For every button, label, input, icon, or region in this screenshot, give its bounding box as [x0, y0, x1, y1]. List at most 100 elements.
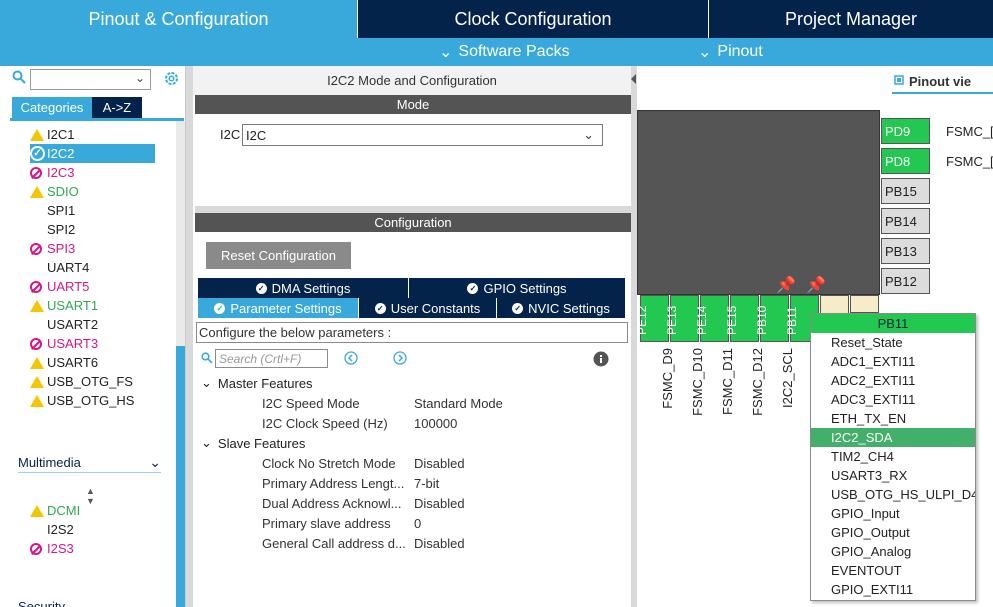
parameter-row[interactable]: Clock No Stretch Mode Disabled	[262, 453, 465, 473]
peripheral-item[interactable]: USB_OTG_HS	[30, 391, 134, 410]
parameter-search-input[interactable]: Search (Crtl+F)	[215, 349, 328, 368]
context-menu-item[interactable]: USB_OTG_HS_ULPI_D4	[811, 485, 975, 504]
security-group-header[interactable]: Security ⌄	[18, 596, 161, 607]
parameter-value[interactable]: Standard Mode	[414, 396, 503, 411]
peripheral-label: UART5	[47, 279, 90, 294]
tab-gpio-settings[interactable]: ✓ GPIO Settings	[409, 278, 625, 298]
software-packs-menu[interactable]: ⌄ Software Packs	[439, 42, 570, 62]
pin-pd8[interactable]: PD8	[881, 148, 930, 174]
tab-label: Project Manager	[784, 8, 918, 29]
peripheral-item[interactable]: UART4	[30, 258, 89, 277]
tab-user-constants[interactable]: ✓ User Constants	[359, 298, 496, 318]
peripheral-item[interactable]: SPI2	[30, 220, 75, 239]
pin-pd9[interactable]: PD9	[881, 118, 930, 144]
context-menu-item[interactable]: GPIO_Input	[811, 504, 975, 523]
context-menu-item[interactable]: ADC3_EXTI11	[811, 390, 975, 409]
warning-icon	[30, 504, 44, 517]
parameter-value[interactable]: 7-bit	[414, 476, 439, 491]
peripheral-item[interactable]: UART5	[30, 277, 89, 296]
category-search-input[interactable]: ⌄	[30, 69, 151, 90]
context-menu-item[interactable]: ADC1_EXTI11	[811, 352, 975, 371]
context-menu-item[interactable]: GPIO_EXTI11	[811, 580, 975, 599]
context-menu-item[interactable]: EVENTOUT	[811, 561, 975, 580]
section-separator[interactable]	[195, 206, 631, 213]
chevron-down-icon: ⌄	[698, 44, 712, 61]
chevron-down-icon[interactable]: ⌄	[135, 71, 145, 85]
pinout-view-tab[interactable]: Pinout vie	[893, 74, 971, 89]
slave-features-group[interactable]: ⌄ Slave Features	[201, 433, 305, 453]
peripheral-item[interactable]: I2C1	[30, 125, 74, 144]
parameter-row[interactable]: General Call address d... Disabled	[262, 533, 465, 553]
peripheral-item[interactable]: SPI3	[30, 239, 75, 258]
peripheral-label: I2C1	[47, 127, 75, 142]
multimedia-group-header[interactable]: Multimedia ⌄	[18, 453, 161, 473]
sort-icon[interactable]: ▲ ▼	[86, 486, 95, 506]
tab-pinout-configuration[interactable]: Pinout & Configuration	[0, 0, 357, 38]
parameter-row[interactable]: Primary Address Lengt... 7-bit	[262, 473, 439, 493]
gear-icon[interactable]	[163, 70, 180, 90]
search-icon[interactable]	[12, 70, 26, 87]
pin-pb14[interactable]: PB14	[881, 208, 930, 234]
tab-a-to-z[interactable]: A->Z	[92, 97, 142, 118]
context-menu-item[interactable]: GPIO_Analog	[811, 542, 975, 561]
context-menu-item[interactable]: Reset_State	[811, 333, 975, 352]
parameter-value[interactable]: Disabled	[414, 496, 465, 511]
peripheral-item[interactable]: I2S3	[30, 539, 74, 558]
tab-dma-settings[interactable]: ✓ DMA Settings	[198, 278, 408, 298]
next-icon[interactable]	[393, 351, 407, 368]
peripheral-item[interactable]: USB_OTG_FS	[30, 372, 133, 391]
previous-icon[interactable]	[344, 351, 358, 368]
pin-signal-label: FSMC_[	[946, 124, 993, 139]
context-menu-item[interactable]: TIM2_CH4	[811, 447, 975, 466]
parameter-row[interactable]: I2C Speed Mode Standard Mode	[262, 393, 503, 413]
context-menu-item[interactable]: USART3_RX	[811, 466, 975, 485]
peripheral-label: I2S2	[47, 522, 74, 537]
tab-project-manager[interactable]: Project Manager	[708, 0, 993, 38]
pin-vdd[interactable]	[850, 295, 879, 313]
tab-nvic-settings[interactable]: ✓ NVIC Settings	[497, 298, 625, 318]
peripheral-item[interactable]: ✓ I2C2	[30, 144, 155, 163]
pinout-menu[interactable]: ⌄ Pinout	[698, 42, 763, 62]
pin-signal-label: FSMC_[	[946, 154, 993, 169]
context-menu-item[interactable]: ETH_TX_EN	[811, 409, 975, 428]
peripheral-item[interactable]: USART1	[30, 296, 98, 315]
tab-categories[interactable]: Categories	[12, 97, 92, 118]
parameter-row[interactable]: I2C Clock Speed (Hz) 100000	[262, 413, 457, 433]
peripheral-item[interactable]: SDIO	[30, 182, 79, 201]
tab-clock-configuration[interactable]: Clock Configuration	[357, 0, 708, 38]
panel-divider[interactable]	[186, 66, 193, 607]
peripheral-item[interactable]: USART3	[30, 334, 98, 353]
peripheral-item[interactable]: DCMI	[30, 501, 80, 520]
disabled-icon	[30, 542, 42, 555]
peripheral-item[interactable]: USART6	[30, 353, 98, 372]
context-menu-item[interactable]: ADC2_EXTI11	[811, 371, 975, 390]
parameter-value[interactable]: 100000	[414, 416, 457, 431]
parameter-row[interactable]: Dual Address Acknowl... Disabled	[262, 493, 465, 513]
i2c-mode-value: I2C	[246, 127, 267, 143]
context-menu-item[interactable]: I2C2_SDA	[811, 428, 975, 447]
scrollbar-thumb[interactable]	[176, 346, 185, 607]
parameter-value[interactable]: Disabled	[414, 456, 465, 471]
parameter-row[interactable]: Primary slave address 0	[262, 513, 421, 533]
i2c-mode-select[interactable]: I2C ⌄	[242, 124, 603, 146]
pin-pb13[interactable]: PB13	[881, 238, 930, 264]
parameter-value[interactable]: Disabled	[414, 536, 465, 551]
reset-configuration-button[interactable]: Reset Configuration	[206, 242, 351, 269]
peripheral-label: USB_OTG_HS	[47, 393, 135, 408]
info-icon[interactable]	[593, 351, 609, 370]
parameter-value[interactable]: 0	[414, 516, 421, 531]
pin-pb12[interactable]: PB12	[881, 268, 930, 294]
master-features-group[interactable]: ⌄ Master Features	[201, 373, 313, 393]
pin-pb15[interactable]: PB15	[881, 178, 930, 204]
peripheral-item[interactable]: USART2	[30, 315, 98, 334]
peripheral-item[interactable]: SPI1	[30, 201, 75, 220]
left-scrollbar[interactable]	[176, 121, 185, 607]
peripheral-item[interactable]: I2C3	[30, 163, 74, 182]
tab-parameter-settings[interactable]: ✓ Parameter Settings	[198, 298, 358, 318]
parameter-name: Primary Address Lengt...	[262, 475, 405, 491]
peripheral-label: USART2	[47, 317, 99, 332]
context-menu-item[interactable]: GPIO_Output	[811, 523, 975, 542]
collapse-arrow-icon[interactable]	[631, 74, 636, 84]
peripheral-item[interactable]: I2S2	[30, 520, 74, 539]
tab-underline	[10, 118, 184, 121]
